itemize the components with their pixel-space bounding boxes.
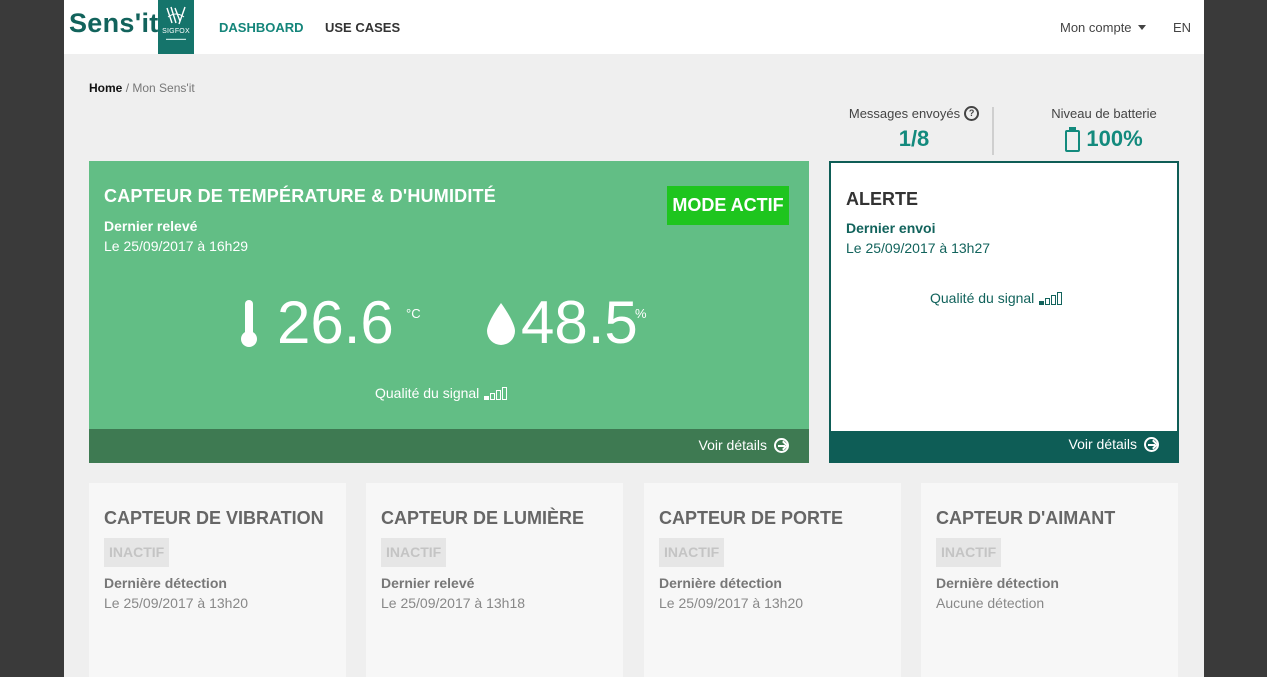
sigfox-logo-icon xyxy=(166,6,186,25)
sensor-last-label: Dernière détection xyxy=(659,575,782,591)
signal-bars-icon xyxy=(1039,291,1063,305)
alert-title: ALERTE xyxy=(846,189,918,209)
last-reading-date: Le 25/09/2017 à 16h29 xyxy=(104,238,249,254)
sensor-title: CAPTEUR DE VIBRATION xyxy=(104,508,324,528)
signal-quality: Qualité du signal xyxy=(375,385,508,401)
messages-value: 1/8 xyxy=(898,126,930,151)
sensor-last-label: Dernier relevé xyxy=(381,575,475,591)
humidity-value: 48.5 xyxy=(521,289,638,356)
battery-label: Niveau de batterie xyxy=(1051,106,1157,121)
account-dropdown[interactable]: Mon compte xyxy=(1060,20,1146,35)
vibration-sensor-card[interactable]: CAPTEUR DE VIBRATION INACTIF Dernière dé… xyxy=(89,483,346,677)
sigfox-logo[interactable]: SIGFOX ▬▬▬▬▬ xyxy=(158,0,194,54)
door-sensor-card[interactable]: CAPTEUR DE PORTE INACTIF Dernière détect… xyxy=(644,483,901,677)
light-sensor-card[interactable]: CAPTEUR DE LUMIÈRE INACTIF Dernier relev… xyxy=(366,483,623,677)
sensor-title: CAPTEUR DE PORTE xyxy=(659,508,844,528)
help-icon[interactable]: ? xyxy=(964,106,980,121)
arrow-right-circle-icon xyxy=(1144,436,1159,452)
humidity-unit: % xyxy=(635,306,647,321)
sensor-last-label: Dernière détection xyxy=(104,575,227,591)
status-badge: INACTIF xyxy=(104,538,170,567)
temperature-humidity-card: CAPTEUR DE TEMPÉRATURE & D'HUMIDITÉ Dern… xyxy=(89,161,809,463)
battery-value-row: 100% xyxy=(1029,126,1179,152)
signal-quality-label: Qualité du signal xyxy=(375,385,480,401)
alert-card: ALERTE Dernier envoi Le 25/09/2017 à 13h… xyxy=(829,161,1179,463)
sensor-last-value: Aucune détection xyxy=(936,595,1045,611)
nav-dashboard[interactable]: DASHBOARD xyxy=(219,20,304,35)
alert-card-footer: Voir détails xyxy=(831,431,1177,461)
status-badge: INACTIF xyxy=(659,538,725,567)
alert-view-details-label: Voir détails xyxy=(1068,436,1137,452)
signal-bars-icon xyxy=(484,386,508,400)
card-title: CAPTEUR DE TEMPÉRATURE & D'HUMIDITÉ xyxy=(104,186,496,206)
view-details-link[interactable]: Voir détails xyxy=(699,437,789,453)
last-send-date: Le 25/09/2017 à 13h27 xyxy=(846,240,991,256)
breadcrumb-separator: / xyxy=(125,81,130,95)
breadcrumb-current: Mon Sens'it xyxy=(132,81,195,95)
sensor-last-value: Le 25/09/2017 à 13h20 xyxy=(104,595,249,611)
sensor-last-value: Le 25/09/2017 à 13h18 xyxy=(381,595,526,611)
battery-stat: Niveau de batterie 100% xyxy=(1029,106,1179,152)
nav-use-cases[interactable]: USE CASES xyxy=(325,20,400,35)
alert-view-details-link[interactable]: Voir détails xyxy=(1069,436,1159,452)
magnet-sensor-card[interactable]: CAPTEUR D'AIMANT INACTIF Dernière détect… xyxy=(921,483,1178,677)
breadcrumb: Home / Mon Sens'it xyxy=(89,81,195,95)
status-badge: INACTIF xyxy=(936,538,1002,567)
battery-value: 100% xyxy=(1086,126,1143,151)
sensor-title: CAPTEUR D'AIMANT xyxy=(936,508,1116,528)
alert-signal-quality: Qualité du signal xyxy=(930,290,1063,306)
temperature-value: 26.6 xyxy=(277,289,394,356)
messages-label-row: Messages envoyés ? xyxy=(834,106,994,121)
status-badge: INACTIF xyxy=(381,538,447,567)
humidity-drop-icon xyxy=(487,303,515,345)
messages-stat: Messages envoyés ? 1/8 xyxy=(834,106,994,152)
account-label: Mon compte xyxy=(1060,20,1132,35)
stats-divider xyxy=(992,107,994,155)
sensor-title: CAPTEUR DE LUMIÈRE xyxy=(381,508,585,528)
card-footer: Voir détails xyxy=(89,429,809,463)
mode-badge: MODE ACTIF xyxy=(667,186,789,225)
top-navbar: Sens'it SIGFOX ▬▬▬▬▬ DASHBOARD USE CASES… xyxy=(64,0,1204,54)
battery-icon xyxy=(1065,126,1081,152)
logo-text[interactable]: Sens'it xyxy=(69,8,159,39)
thermometer-icon xyxy=(241,300,257,347)
sigfox-label: SIGFOX xyxy=(162,28,190,35)
arrow-right-circle-icon xyxy=(774,437,789,453)
breadcrumb-home[interactable]: Home xyxy=(89,81,122,95)
messages-label: Messages envoyés xyxy=(848,106,961,121)
page: Sens'it SIGFOX ▬▬▬▬▬ DASHBOARD USE CASES… xyxy=(64,0,1204,677)
chevron-down-icon xyxy=(1137,25,1146,30)
view-details-label: Voir détails xyxy=(698,437,767,453)
alert-signal-label: Qualité du signal xyxy=(930,290,1035,306)
last-reading-label: Dernier relevé xyxy=(104,218,198,234)
language-selector[interactable]: EN xyxy=(1173,20,1191,35)
sensor-last-label: Dernière détection xyxy=(936,575,1059,591)
sigfox-sub-mark: ▬▬▬▬▬ xyxy=(166,36,186,41)
last-send-label: Dernier envoi xyxy=(846,220,936,236)
temperature-unit: °C xyxy=(406,306,421,321)
sensor-last-value: Le 25/09/2017 à 13h20 xyxy=(659,595,804,611)
